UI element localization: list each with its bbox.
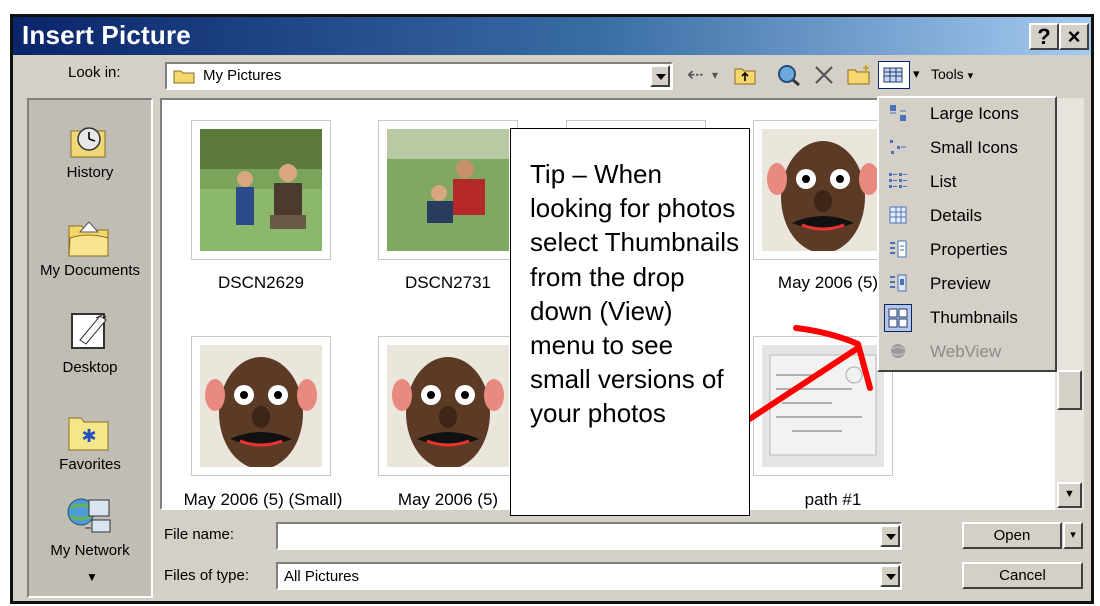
delete-icon[interactable]: [813, 64, 835, 86]
file-name-caption[interactable]: path #1: [773, 490, 893, 510]
tip-text: Tip – When looking for photos select Thu…: [530, 159, 740, 429]
file-name-caption[interactable]: DSCN2629: [171, 273, 351, 293]
history-icon[interactable]: [67, 121, 111, 161]
webview-icon: [887, 340, 909, 362]
menu-item-label: Properties: [930, 240, 1008, 259]
thumbnail[interactable]: [191, 120, 331, 260]
photo-family-lawn: [387, 129, 509, 251]
scroll-down-button[interactable]: ▼: [1057, 482, 1082, 508]
my-network-icon[interactable]: [65, 494, 115, 540]
views-button[interactable]: [878, 61, 910, 89]
menu-item-label: WebView: [930, 342, 1002, 361]
look-in-label: Look in:: [68, 64, 121, 81]
file-name-input[interactable]: [276, 522, 902, 550]
properties-view-icon: [887, 238, 909, 260]
help-button[interactable]: ?: [1029, 23, 1059, 50]
details-view-icon: [887, 204, 909, 226]
scrollbar-thumb[interactable]: [1057, 370, 1082, 410]
files-of-type-label: Files of type:: [164, 567, 250, 584]
place-my-network-label[interactable]: My Network: [27, 542, 153, 559]
close-button[interactable]: ×: [1059, 23, 1089, 50]
tip-callout: Tip – When looking for photos select Thu…: [510, 128, 750, 516]
place-desktop-label[interactable]: Desktop: [27, 359, 153, 376]
file-name-dropdown-arrow[interactable]: [880, 525, 900, 547]
cancel-button[interactable]: Cancel: [962, 562, 1083, 589]
menu-item-label: Small Icons: [930, 138, 1018, 157]
open-button[interactable]: Open: [962, 522, 1062, 549]
tools-arrow: ▾: [967, 70, 974, 82]
place-my-documents-label[interactable]: My Documents: [27, 262, 153, 279]
thumbnail[interactable]: [378, 336, 518, 476]
favorites-icon[interactable]: ✱: [66, 412, 112, 452]
up-one-level-icon[interactable]: [733, 64, 757, 86]
file-name-caption[interactable]: May 2006 (5) (Small): [168, 490, 358, 510]
folder-icon: [173, 68, 195, 84]
list-view-icon: [887, 170, 909, 192]
views-dropdown-arrow[interactable]: ▾: [913, 66, 920, 82]
photo-kids-park: [200, 129, 322, 251]
open-options-arrow[interactable]: ▾: [1063, 522, 1083, 549]
new-folder-icon[interactable]: [846, 64, 872, 86]
large-icons-icon: [887, 102, 909, 124]
back-icon[interactable]: ⇠: [687, 63, 704, 87]
place-history-label[interactable]: History: [27, 164, 153, 181]
menu-item-label: Preview: [930, 274, 991, 293]
look-in-value: My Pictures: [203, 67, 282, 84]
search-web-icon[interactable]: [776, 63, 802, 87]
annotation-arrow: [745, 325, 873, 423]
photo-potato-head: [762, 129, 884, 251]
tools-label: Tools: [931, 66, 964, 82]
files-of-type-value: All Pictures: [284, 568, 360, 585]
file-name-caption[interactable]: May 2006 (5): [378, 490, 518, 510]
back-dropdown-icon[interactable]: ▾: [712, 63, 718, 87]
small-icons-icon: [887, 136, 909, 158]
places-scroll-down-icon[interactable]: ▼: [86, 570, 98, 584]
svg-text:✱: ✱: [81, 426, 96, 446]
preview-view-icon: [887, 272, 909, 294]
menu-item-label: Details: [930, 206, 982, 225]
thumbnail[interactable]: [753, 120, 893, 260]
photo-potato-head: [387, 345, 509, 467]
files-of-type-dropdown[interactable]: All Pictures: [276, 562, 902, 590]
place-favorites-label[interactable]: Favorites: [27, 456, 153, 473]
menu-item-label: Large Icons: [930, 104, 1019, 123]
photo-potato-head: [200, 345, 322, 467]
my-documents-icon[interactable]: [66, 216, 112, 258]
thumbnail[interactable]: [378, 120, 518, 260]
menu-item-label: List: [930, 172, 957, 191]
file-list-scrollbar[interactable]: [1055, 98, 1084, 510]
desktop-icon[interactable]: [66, 308, 112, 352]
file-name-caption[interactable]: May 2006 (5): [763, 273, 893, 293]
dialog-title: Insert Picture: [22, 20, 191, 50]
menu-item-label: Thumbnails: [930, 308, 1018, 327]
files-of-type-dropdown-arrow[interactable]: [880, 565, 900, 587]
tools-menu[interactable]: Tools ▾: [931, 66, 973, 82]
thumbnail[interactable]: [191, 336, 331, 476]
look-in-dropdown-arrow[interactable]: [650, 65, 670, 87]
file-name-label: File name:: [164, 526, 235, 543]
file-name-caption[interactable]: DSCN2731: [368, 273, 528, 293]
